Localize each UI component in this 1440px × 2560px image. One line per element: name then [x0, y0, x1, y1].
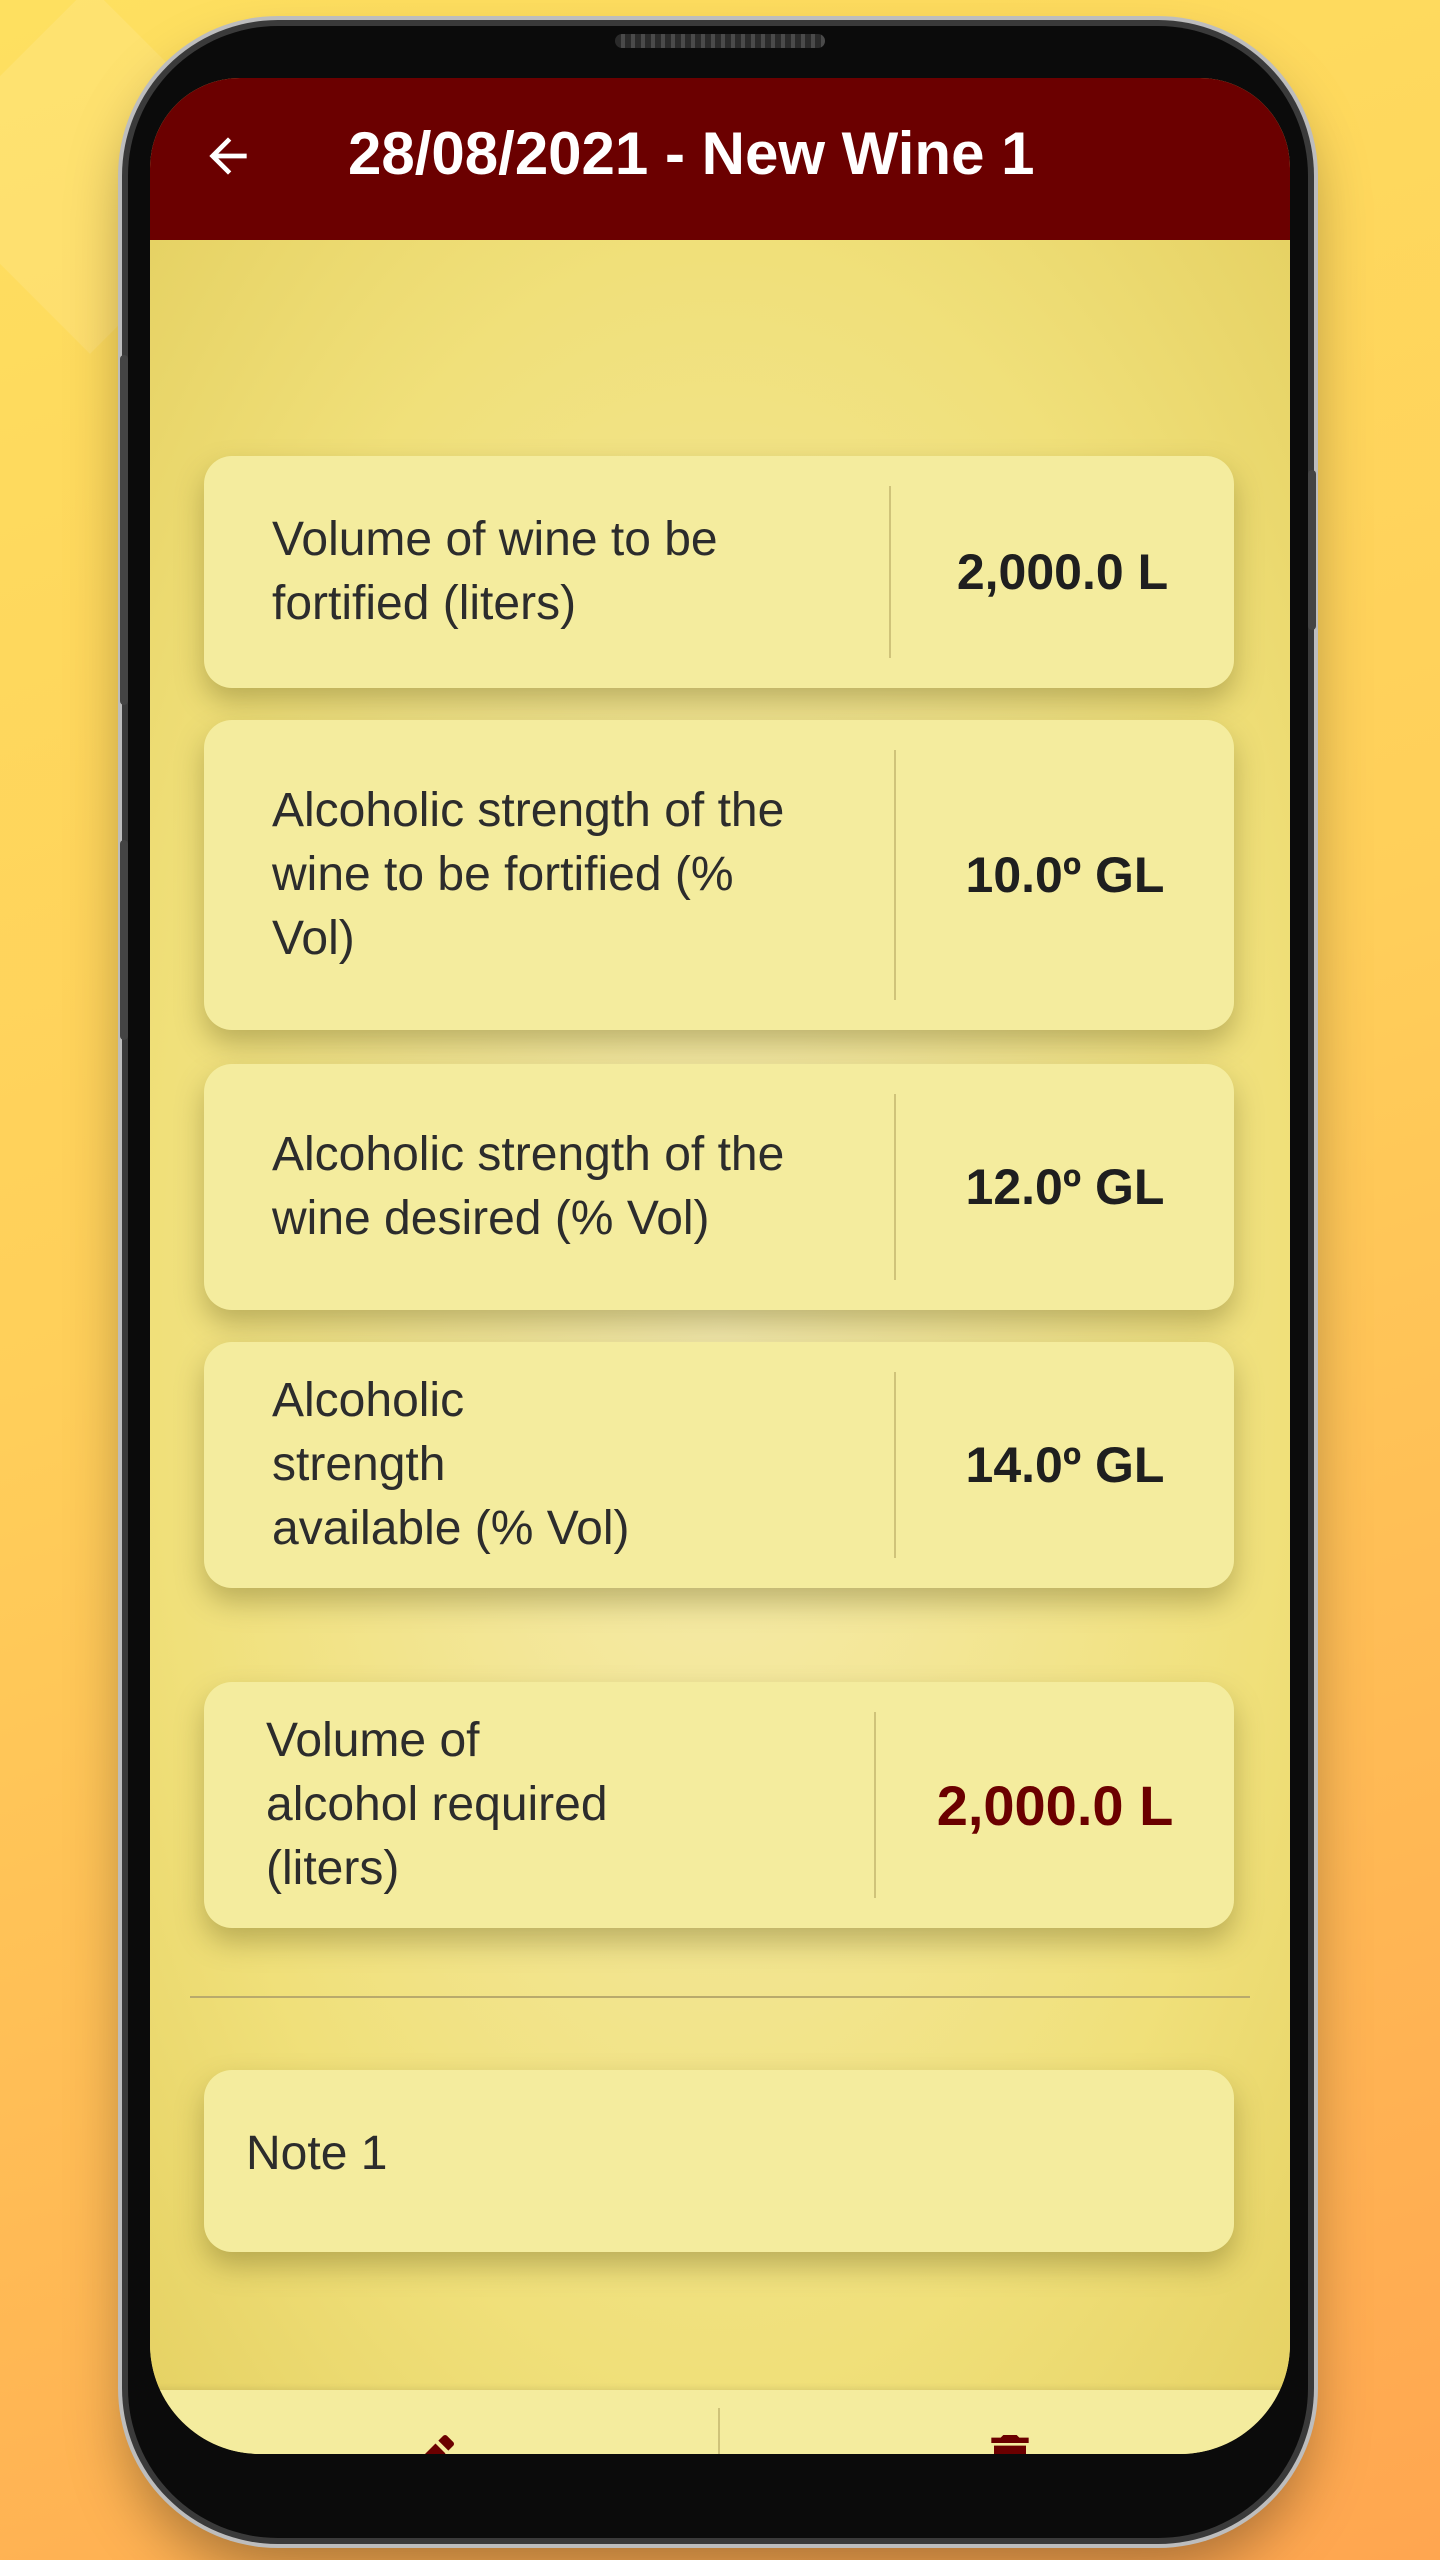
content-area: Volume of wine to be fortified (liters) …: [150, 240, 1290, 2391]
edit-button[interactable]: [150, 2390, 710, 2454]
arrow-left-icon: [209, 137, 247, 175]
alcohol-required-value: 2,000.0 L: [936, 1773, 1174, 1837]
volume-to-fortify-card: Volume of wine to be fortified (liters) …: [204, 456, 1234, 688]
alcohol-required-card: Volume of alcohol required (liters) 2,00…: [204, 1682, 1234, 1928]
strength-to-fortify-value: 10.0º GL: [965, 847, 1165, 903]
trash-icon: [991, 2435, 1029, 2454]
note-card: Note 1: [204, 2070, 1234, 2252]
page-title: 28/08/2021 - New Wine 1: [348, 120, 1035, 187]
strength-desired-card: Alcoholic strength of the wine desired (…: [204, 1064, 1234, 1310]
strength-available-value: 14.0º GL: [965, 1437, 1165, 1493]
delete-button[interactable]: [730, 2390, 1290, 2454]
back-button[interactable]: [190, 118, 266, 194]
pencil-icon: [425, 2434, 455, 2454]
volume-to-fortify-value: 2,000.0 L: [956, 544, 1169, 600]
phone-side-button-left-1: [120, 355, 128, 705]
strength-available-label: Alcoholic strength available (% Vol): [272, 1374, 630, 1555]
volume-to-fortify-label: Volume of wine to be fortified (liters): [272, 513, 718, 630]
strength-to-fortify-label: Alcoholic strength of the wine to be for…: [272, 784, 785, 965]
alcohol-required-label: Volume of alcohol required (liters): [266, 1714, 608, 1895]
phone-side-button-right: [1308, 470, 1316, 630]
strength-available-card: Alcoholic strength available (% Vol) 14.…: [204, 1342, 1234, 1588]
strength-desired-value: 12.0º GL: [965, 1159, 1165, 1215]
app-screen: 28/08/2021 - New Wine 1 Volume of wine t…: [150, 78, 1290, 2454]
bottom-bar-divider: [718, 2408, 720, 2454]
phone-side-button-left-2: [120, 840, 128, 1040]
strength-to-fortify-card: Alcoholic strength of the wine to be for…: [204, 720, 1234, 1030]
app-bar: 28/08/2021 - New Wine 1: [150, 78, 1290, 240]
strength-desired-label: Alcoholic strength of the wine desired (…: [272, 1128, 785, 1245]
section-divider: [190, 1996, 1250, 1998]
phone-speaker: [615, 34, 825, 48]
note-text: Note 1: [246, 2127, 388, 2180]
